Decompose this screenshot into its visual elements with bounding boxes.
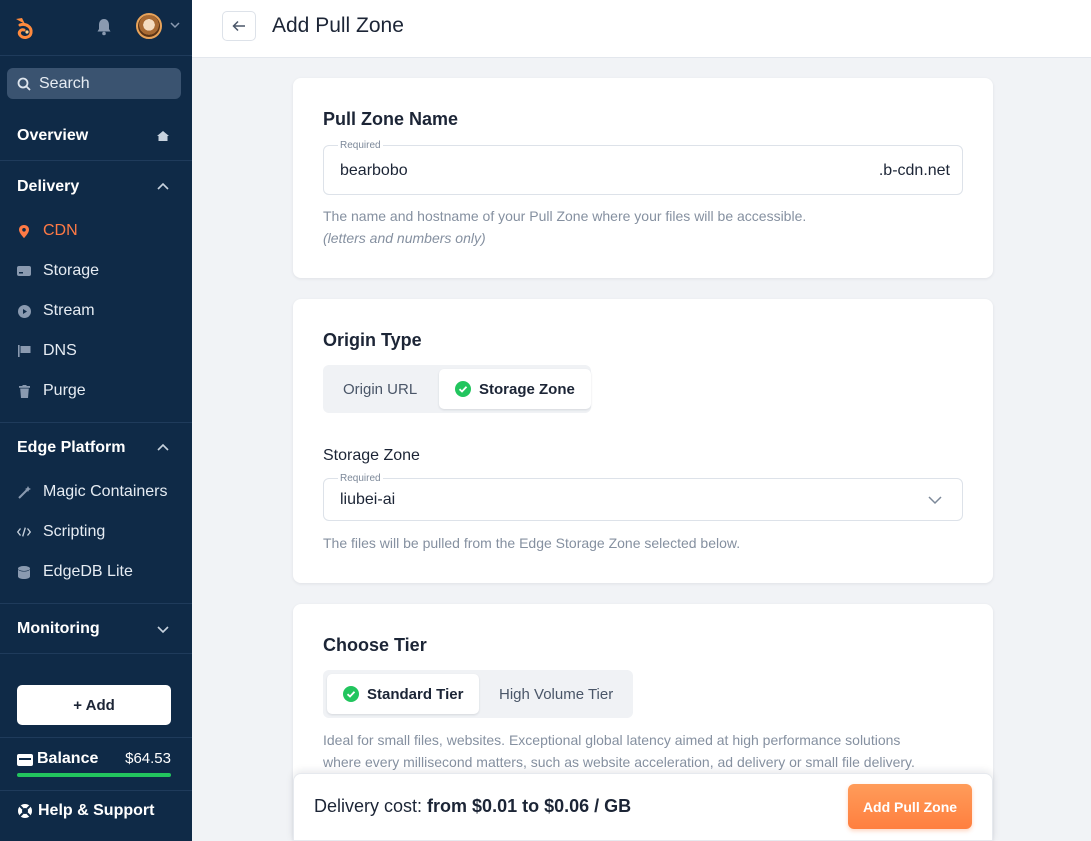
choose-tier-title: Choose Tier: [323, 635, 427, 655]
tier-toggle: Standard Tier High Volume Tier: [323, 670, 633, 718]
wallet-icon: [17, 754, 33, 766]
pull-zone-help-note: (letters and numbers only): [323, 230, 486, 246]
sidebar-item-label: Scripting: [43, 523, 106, 540]
pull-zone-name-value: bearbobo: [340, 162, 408, 179]
delivery-cost: Delivery cost: from $0.01 to $0.06 / GB: [314, 796, 631, 817]
sticky-footer: Delivery cost: from $0.01 to $0.06 / GB …: [293, 773, 993, 841]
origin-type-card: Origin Type Origin URL Storage Zone Stor…: [293, 299, 993, 583]
sidebar-item-scripting[interactable]: Scripting: [17, 520, 105, 544]
pull-zone-help-text: The name and hostname of your Pull Zone …: [323, 208, 807, 224]
sidebar-top: [0, 0, 192, 56]
search-input[interactable]: Search: [7, 68, 181, 99]
nav-monitoring-header[interactable]: Monitoring: [0, 604, 192, 654]
pull-zone-help: The name and hostname of your Pull Zone …: [323, 205, 806, 249]
avatar[interactable]: [136, 13, 162, 39]
origin-type-title: Origin Type: [323, 330, 422, 350]
delivery-cost-prefix: Delivery cost:: [314, 796, 423, 816]
back-button[interactable]: [222, 11, 256, 41]
check-circle-icon: [343, 686, 359, 702]
trash-icon: [17, 384, 31, 398]
sidebar-item-label: DNS: [43, 342, 77, 359]
option-label: Standard Tier: [367, 685, 464, 703]
divider: [0, 790, 192, 791]
help-support-link[interactable]: Help & Support: [17, 802, 154, 820]
sidebar-item-cdn[interactable]: CDN: [17, 219, 78, 243]
arrow-left-icon: [232, 20, 245, 32]
required-label: Required: [338, 473, 383, 484]
play-icon: [17, 304, 31, 318]
add-button[interactable]: + Add: [17, 685, 171, 725]
delivery-cost-value: from $0.01 to $0.06 / GB: [427, 796, 632, 816]
nav-overview[interactable]: Overview: [0, 111, 192, 161]
sidebar-item-label: Magic Containers: [43, 483, 168, 500]
storage-icon: [17, 264, 31, 278]
balance-label: Balance: [37, 750, 99, 767]
divider: [0, 737, 192, 738]
option-label: Origin URL: [343, 380, 418, 398]
option-label: Storage Zone: [479, 380, 575, 398]
edge-label: Edge Platform: [17, 439, 126, 456]
chevron-down-icon: [157, 626, 169, 634]
sidebar-item-edgedb[interactable]: EdgeDB Lite: [17, 560, 133, 584]
chevron-up-icon: [157, 182, 169, 190]
overview-label: Overview: [17, 126, 89, 144]
sidebar-item-label: Stream: [43, 302, 95, 319]
delivery-label: Delivery: [17, 178, 80, 195]
pin-icon: [17, 224, 31, 238]
add-pull-zone-button[interactable]: Add Pull Zone: [848, 784, 972, 829]
bunny-logo-icon[interactable]: [12, 15, 38, 41]
tier-help: Ideal for small files, websites. Excepti…: [323, 729, 915, 773]
pull-zone-name-input[interactable]: Required bearbobo .b-cdn.net: [323, 140, 963, 195]
balance-bar: [17, 773, 171, 777]
sidebar-item-stream[interactable]: Stream: [17, 299, 95, 323]
sidebar-item-storage[interactable]: Storage: [17, 259, 99, 283]
flag-icon: [17, 344, 31, 358]
storage-zone-help: The files will be pulled from the Edge S…: [323, 535, 741, 551]
sidebar: Search Overview Delivery CDN Storage Str…: [0, 0, 192, 841]
standard-tier-option[interactable]: Standard Tier: [327, 674, 480, 714]
bell-icon[interactable]: [96, 18, 112, 36]
option-label: High Volume Tier: [499, 685, 614, 703]
home-icon: [157, 131, 169, 141]
storage-zone-select[interactable]: Required liubei-ai: [323, 473, 963, 521]
sidebar-item-label: Purge: [43, 382, 86, 399]
chevron-down-icon[interactable]: [170, 20, 180, 30]
check-circle-icon: [455, 381, 471, 397]
sidebar-item-dns[interactable]: DNS: [17, 339, 77, 363]
storage-zone-option[interactable]: Storage Zone: [439, 369, 591, 409]
balance[interactable]: Balance $64.53: [17, 748, 171, 778]
hostname-suffix: .b-cdn.net: [878, 162, 950, 179]
pull-zone-name-title: Pull Zone Name: [323, 109, 459, 129]
sidebar-item-label: EdgeDB Lite: [43, 563, 133, 580]
tier-help-line: Ideal for small files, websites. Excepti…: [323, 732, 901, 748]
wand-icon: [17, 485, 31, 499]
search-label: Search: [39, 74, 90, 92]
lifebuoy-icon: [18, 804, 32, 818]
sidebar-item-label: Storage: [43, 262, 100, 279]
help-label: Help & Support: [38, 802, 155, 819]
storage-zone-label: Storage Zone: [323, 447, 420, 464]
high-volume-tier-option[interactable]: High Volume Tier: [483, 674, 629, 714]
page-title: Add Pull Zone: [272, 14, 404, 37]
nav-delivery-header[interactable]: Delivery: [0, 162, 192, 212]
storage-zone-value: liubei-ai: [340, 491, 396, 508]
sidebar-item-purge[interactable]: Purge: [17, 379, 86, 403]
balance-value: $64.53: [125, 750, 171, 767]
sidebar-item-label: CDN: [43, 222, 78, 239]
monitoring-label: Monitoring: [17, 619, 100, 637]
required-label: Required: [338, 140, 383, 151]
chevron-down-icon: [928, 496, 942, 505]
nav-edge-header[interactable]: Edge Platform: [0, 423, 192, 473]
database-icon: [17, 565, 31, 579]
code-icon: [17, 525, 31, 539]
chevron-up-icon: [157, 443, 169, 451]
pull-zone-name-card: Pull Zone Name Required bearbobo .b-cdn.…: [293, 78, 993, 278]
page-header: Add Pull Zone: [192, 0, 1091, 58]
origin-type-toggle: Origin URL Storage Zone: [323, 365, 591, 413]
tier-help-line: where every millisecond matters, such as…: [323, 754, 915, 770]
origin-url-option[interactable]: Origin URL: [327, 369, 433, 409]
sidebar-item-magic-containers[interactable]: Magic Containers: [17, 480, 168, 504]
search-icon: [17, 77, 31, 91]
